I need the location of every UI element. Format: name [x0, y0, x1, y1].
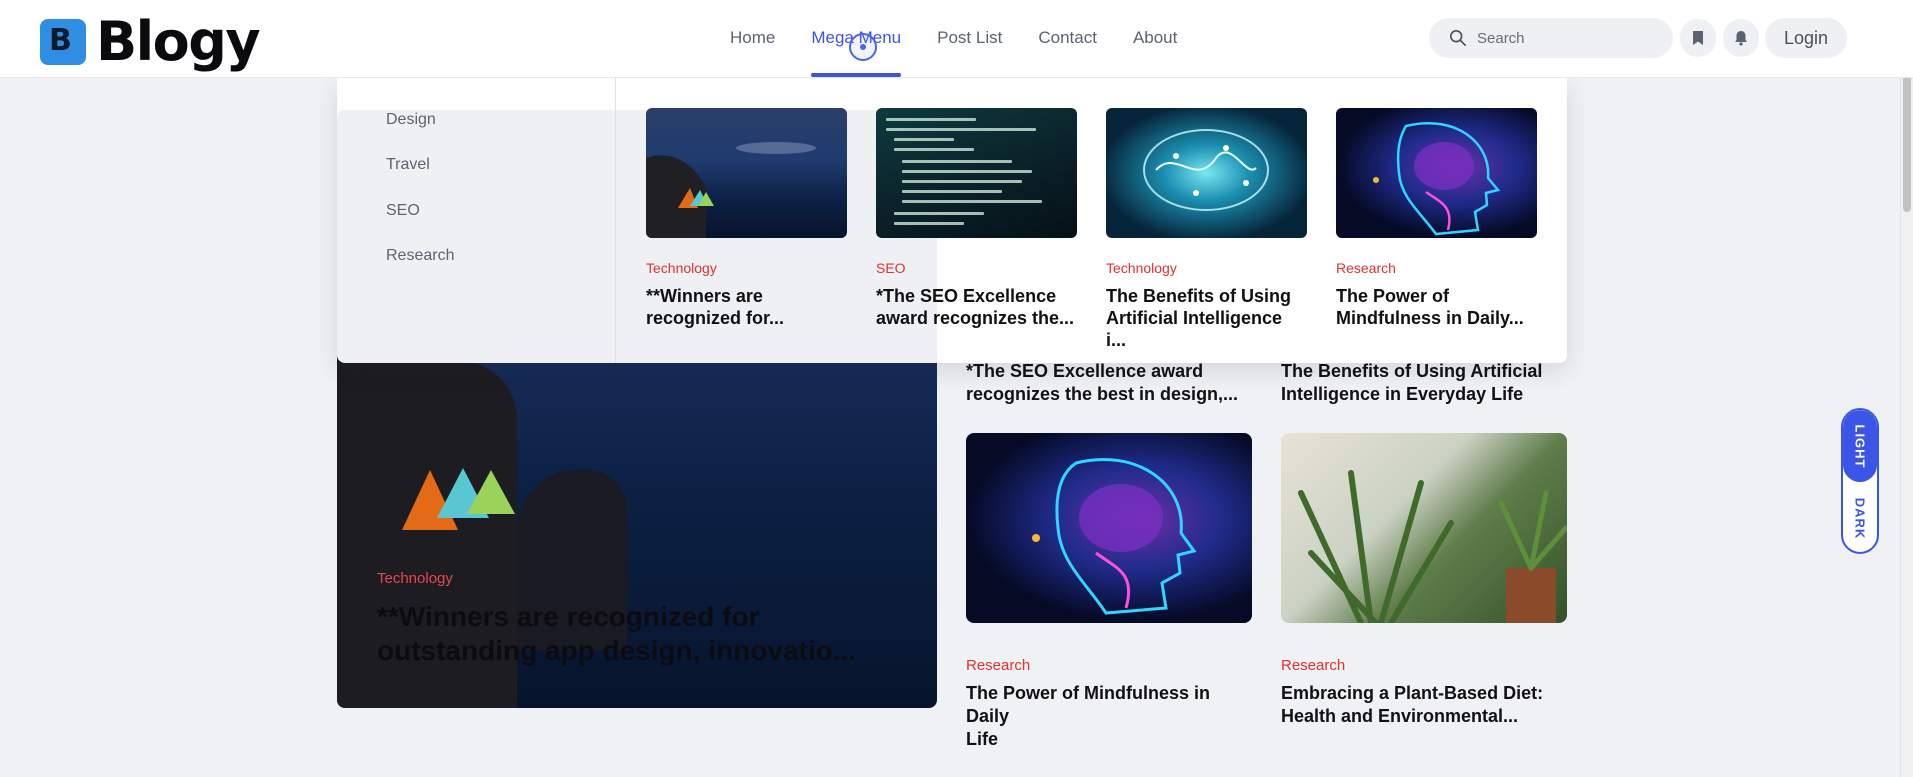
mega-post-card[interactable]: Technology The Benefits of Using Artific… [1106, 108, 1307, 351]
post-card[interactable]: Research The Power of Mindfulness in Dai… [966, 433, 1252, 751]
mega-category-travel[interactable]: Travel [386, 156, 430, 174]
post-image[interactable] [966, 433, 1252, 623]
hero-category[interactable]: Technology [377, 570, 453, 587]
theme-toggle: LIGHT DARK [1841, 408, 1879, 554]
mega-post-image[interactable] [1336, 108, 1537, 238]
post-category[interactable]: Research [966, 657, 1252, 674]
neon-head-illustration [1032, 458, 1197, 615]
site-header: B Blogy Home Mega Menu Post List Contact… [0, 0, 1913, 78]
mega-post-category[interactable]: Technology [1106, 260, 1307, 276]
bell-icon [1735, 31, 1747, 46]
code-line [886, 128, 1036, 131]
page-scrollbar[interactable] [1900, 0, 1913, 777]
code-line [894, 138, 954, 141]
mega-post-category[interactable]: Research [1336, 260, 1537, 276]
code-line [886, 118, 976, 121]
mega-post-image[interactable] [646, 108, 847, 238]
post-title[interactable]: The Power of Mindfulness in Daily Life [966, 682, 1252, 751]
code-line [902, 190, 1002, 193]
search-icon [1449, 29, 1467, 47]
cliff-tents-illustration [646, 142, 816, 238]
post-image[interactable] [1281, 433, 1567, 623]
cursor-indicator [849, 33, 877, 61]
mega-category-design[interactable]: Design [386, 111, 436, 129]
post-category[interactable]: Research [1281, 657, 1567, 674]
nav-home[interactable]: Home [730, 28, 775, 48]
logo-text: Blogy [96, 10, 261, 73]
code-line [902, 160, 1012, 163]
mega-menu-dropdown: Design Travel SEO Research Technology **… [337, 78, 1567, 363]
mega-post-image[interactable] [1106, 108, 1307, 238]
mega-category-seo[interactable]: SEO [386, 202, 420, 220]
code-line [894, 148, 974, 151]
bookmark-icon [1693, 31, 1703, 45]
mega-post-title[interactable]: **Winners are recognized for... [646, 285, 847, 329]
light-mode-button[interactable]: LIGHT [1843, 410, 1877, 482]
main-nav: Home Mega Menu Post List Contact About [730, 28, 1213, 77]
notifications-button[interactable] [1723, 19, 1759, 57]
neon-head-illustration [1373, 122, 1501, 236]
post-card[interactable]: Research Embracing a Plant-Based Diet: H… [1281, 433, 1567, 728]
mega-post-image[interactable] [876, 108, 1077, 238]
mega-post-category[interactable]: Technology [646, 260, 847, 276]
mega-post-category[interactable]: SEO [876, 260, 1077, 276]
post-card[interactable]: *The SEO Excellence award recognizes the… [966, 360, 1252, 406]
code-line [902, 200, 1042, 203]
code-line [902, 180, 1022, 183]
logo-mark-icon: B [40, 18, 86, 65]
mega-post-card[interactable]: SEO *The SEO Excellence award recognizes… [876, 108, 1077, 329]
hero-title[interactable]: **Winners are recognized for outstanding… [377, 600, 917, 668]
mega-post-title[interactable]: The Power of Mindfulness in Daily... [1336, 285, 1537, 329]
login-button[interactable]: Login [1765, 18, 1847, 58]
mega-post-card[interactable]: Technology **Winners are recognized for.… [646, 108, 847, 329]
search-box[interactable] [1429, 18, 1673, 58]
digital-brain-illustration [1143, 129, 1269, 211]
bookmark-button[interactable] [1680, 19, 1716, 57]
post-title[interactable]: *The SEO Excellence award recognizes the… [966, 360, 1252, 406]
mega-post-title[interactable]: The Benefits of Using Artificial Intelli… [1106, 285, 1307, 351]
code-line [902, 170, 1032, 173]
post-title[interactable]: The Benefits of Using Artificial Intelli… [1281, 360, 1567, 406]
mega-post-title[interactable]: *The SEO Excellence award recognizes the… [876, 285, 1077, 329]
plants-illustration [1298, 470, 1567, 623]
dark-mode-button[interactable]: DARK [1843, 484, 1877, 552]
tent-green [467, 470, 515, 514]
mega-category-research[interactable]: Research [386, 247, 454, 265]
code-line [894, 222, 964, 225]
nav-about[interactable]: About [1133, 28, 1177, 48]
post-title[interactable]: Embracing a Plant-Based Diet: Health and… [1281, 682, 1567, 728]
search-input[interactable] [1477, 29, 1657, 47]
nav-post-list[interactable]: Post List [937, 28, 1002, 48]
post-card[interactable]: The Benefits of Using Artificial Intelli… [1281, 360, 1567, 406]
nav-contact[interactable]: Contact [1038, 28, 1097, 48]
mega-post-card[interactable]: Research The Power of Mindfulness in Dai… [1336, 108, 1537, 329]
mega-menu-categories: Design Travel SEO Research [337, 78, 616, 363]
code-line [894, 212, 984, 215]
logo[interactable]: B Blogy [40, 10, 261, 73]
